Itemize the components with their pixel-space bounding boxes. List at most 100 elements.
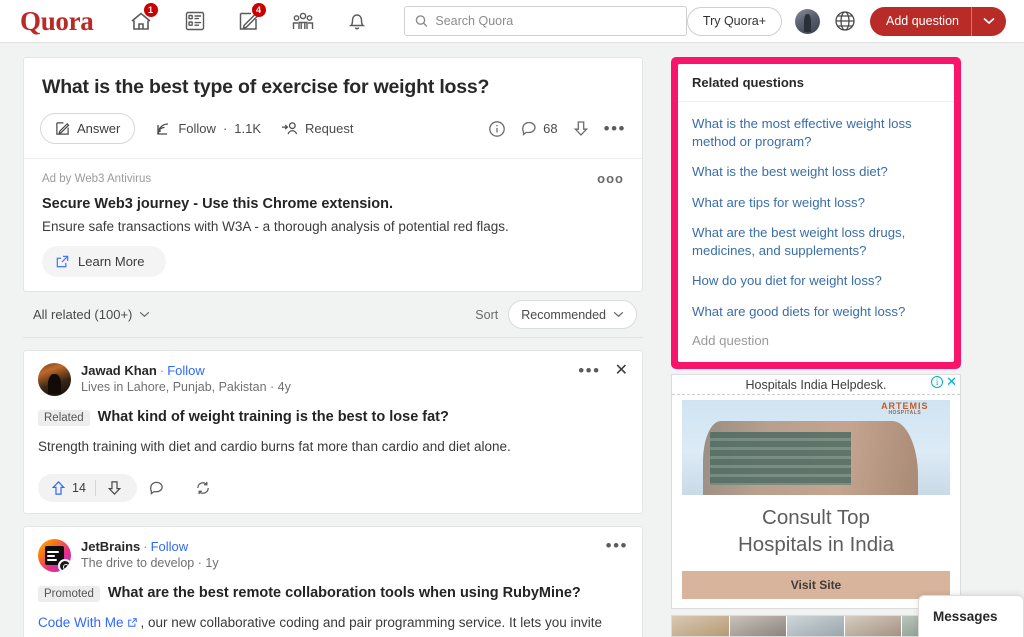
header-right: Try Quora+ Add question [686, 6, 1010, 36]
more-options-button[interactable]: ••• [606, 537, 628, 554]
comment-button[interactable] [137, 480, 183, 496]
request-button[interactable]: Request [281, 121, 353, 136]
nav-notifications[interactable] [340, 6, 374, 36]
sort-controls: Sort Recommended [475, 300, 637, 330]
nav-home[interactable]: 1 [124, 3, 158, 36]
answer-author-meta: Jawad Khan · Follow Lives in Lahore, Punja… [81, 363, 578, 394]
follow-label: Follow [178, 121, 216, 137]
search-input[interactable] [435, 14, 676, 28]
related-questions-highlight: Related questions What is the most effec… [671, 57, 961, 370]
answer-question-title[interactable]: What are the best remote collaboration t… [108, 584, 581, 603]
downvote-button[interactable] [573, 120, 589, 137]
related-question-item[interactable]: What are good diets for weight loss? [692, 297, 940, 328]
sidebar-ad-header: Hospitals India Helpdesk. i ✕ [672, 375, 960, 396]
building-graphic [703, 421, 918, 496]
downvote-button[interactable] [96, 480, 133, 496]
comment-count: 68 [543, 121, 558, 137]
answer-header: JetBrains · Follow The drive to develop · … [38, 537, 628, 573]
messages-label: Messages [933, 609, 998, 624]
ad-headline: Secure Web3 journey - Use this Chrome ex… [42, 196, 394, 213]
all-related-label: All related (100+) [33, 307, 133, 323]
try-quora-plus-button[interactable]: Try Quora+ [686, 6, 783, 36]
sidebar-ad-headline-line2: Hospitals in India [737, 533, 895, 557]
vote-pill: 14 [38, 474, 137, 503]
promoted-badge-icon [58, 559, 71, 573]
answer-header: Jawad Khan · Follow Lives in Lahore, Punja… [38, 362, 628, 397]
reshare-button[interactable] [183, 480, 229, 496]
ad-more-options-button[interactable]: ooo [597, 171, 624, 186]
related-question-item[interactable]: How do you diet for weight loss? [692, 266, 940, 297]
follow-button[interactable]: Follow · 1.1K [155, 121, 261, 137]
related-question-item[interactable]: What is the best weight loss diet? [692, 157, 940, 188]
language-globe-icon[interactable] [833, 9, 857, 33]
visit-site-button[interactable]: Visit Site [682, 570, 950, 599]
avatar[interactable] [38, 539, 71, 573]
question-secondary-actions: 68 ••• [488, 120, 626, 138]
ad-info-icon[interactable]: i [931, 376, 944, 389]
learn-more-button[interactable]: Learn More [42, 246, 166, 278]
comment-icon [149, 482, 163, 496]
answer-card-controls: ••• [606, 537, 628, 554]
request-person-icon [282, 122, 298, 135]
info-icon [489, 120, 506, 137]
follow-author-link[interactable]: Follow [167, 363, 205, 378]
close-icon[interactable]: ✕ [615, 363, 628, 379]
sidebar-ad-title[interactable]: Hospitals India Helpdesk. [745, 378, 886, 392]
pencil-icon [56, 122, 70, 136]
code-with-me-link[interactable]: Code With Me [38, 615, 124, 630]
info-button[interactable] [488, 120, 506, 138]
related-question-item[interactable]: What is the most effective weight loss m… [692, 109, 940, 157]
comments-button[interactable]: 68 [521, 120, 558, 137]
related-questions-list: What is the most effective weight loss m… [678, 102, 954, 362]
chevron-down-icon [613, 312, 624, 318]
answer-card: Jawad Khan · Follow Lives in Lahore, Punja… [23, 350, 643, 515]
ad-attribution-row: Ad by Web3 Antivirus ooo [42, 171, 624, 186]
ad-thumb [672, 615, 730, 636]
related-question-item[interactable]: What are tips for weight loss? [692, 188, 940, 219]
sidebar-ad-body[interactable]: ARTEMIS HOSPITALS Consult Top Hospitals … [672, 395, 960, 607]
author-name[interactable]: Jawad Khan [81, 363, 157, 378]
answer-button-label: Answer [77, 121, 121, 137]
sort-dropdown[interactable]: Recommended [508, 300, 637, 330]
sidebar-ad-controls: i ✕ [931, 375, 957, 389]
learn-more-label: Learn More [78, 254, 145, 270]
nav-spaces[interactable] [286, 6, 320, 36]
nav-write[interactable]: 4 [232, 3, 266, 36]
author-subtitle: Lives in Lahore, Punjab, Pakistan · 4y [81, 380, 291, 395]
building-sign: ARTEMIS HOSPITALS [881, 402, 929, 416]
search-bar[interactable] [403, 6, 687, 36]
add-question-button[interactable]: Add question [870, 6, 1006, 36]
related-question-item[interactable]: What are the best weight loss drugs, med… [692, 218, 940, 266]
add-question-link[interactable]: Add question [692, 327, 940, 358]
answer-vote-bar: 14 [38, 463, 628, 513]
search-icon [415, 15, 427, 28]
reshare-icon [197, 482, 209, 495]
all-related-filter[interactable]: All related (100+) [33, 307, 150, 322]
upvote-button[interactable]: 14 [42, 480, 95, 496]
answer-button[interactable]: Answer [40, 113, 136, 145]
ad-thumb [787, 615, 845, 636]
page-body: What is the best type of exercise for we… [0, 43, 1024, 637]
avatar[interactable] [38, 363, 71, 397]
chevron-down-icon[interactable] [972, 17, 1006, 25]
upvote-count: 14 [72, 481, 86, 496]
nav-answers[interactable] [178, 6, 212, 36]
ad-attribution: Ad by Web3 Antivirus [42, 172, 152, 185]
avatar[interactable] [795, 8, 821, 34]
answer-question-title[interactable]: What kind of weight training is the best… [98, 408, 449, 427]
building-windows [709, 431, 852, 485]
page-title: What is the best type of exercise for we… [42, 76, 490, 98]
messages-widget[interactable]: Messages [918, 595, 1024, 637]
answer-body: Strength training with diet and cardio b… [38, 439, 511, 455]
author-name[interactable]: JetBrains [81, 539, 140, 554]
more-options-button[interactable]: ••• [604, 120, 626, 137]
ad-close-icon[interactable]: ✕ [946, 375, 957, 388]
downvote-icon [107, 481, 122, 496]
follow-count: 1.1K [234, 121, 262, 137]
follow-author-link[interactable]: Follow [151, 539, 189, 554]
add-question-label: Add question [886, 14, 959, 28]
answer-author-meta: JetBrains · Follow The drive to develop · … [81, 539, 606, 570]
more-options-button[interactable]: ••• [578, 362, 600, 379]
building-sign-subtext: HOSPITALS [888, 410, 922, 417]
quora-logo[interactable]: Quora [14, 6, 94, 37]
